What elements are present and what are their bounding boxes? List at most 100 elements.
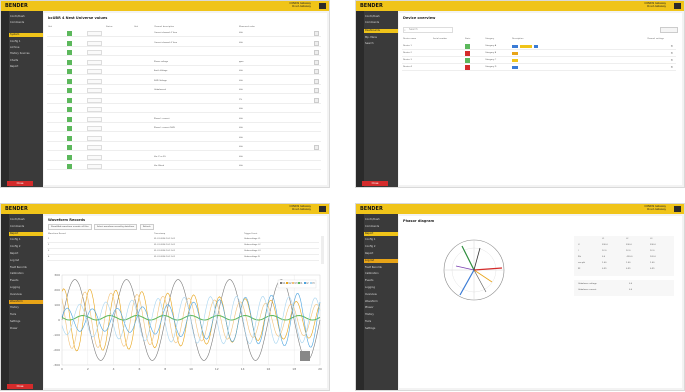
nav-item[interactable]: History (365, 313, 395, 317)
show-hide-button[interactable]: Show/Hide waveform records, all files (48, 224, 92, 230)
nav-item-archive[interactable]: Archive (10, 46, 40, 50)
nav-item[interactable]: Report (10, 252, 40, 256)
nav-item[interactable]: Commands (10, 225, 40, 229)
nav-item-commands[interactable]: Commands (365, 21, 395, 25)
nav-item-history[interactable]: History Sources (10, 52, 40, 56)
screen-measured-values: BENDER CONDIS Gateway Cloud-Gateway Contr… (0, 0, 330, 188)
unit-select[interactable] (87, 116, 102, 122)
nav-item[interactable]: Log list (10, 259, 40, 263)
nav-item[interactable]: Waveform (365, 300, 395, 304)
nav-item-dashboards[interactable]: Dashboards (364, 29, 398, 33)
nav-item[interactable]: Config 2 (365, 245, 395, 249)
nav-item[interactable]: Overview (10, 293, 40, 297)
nav-item[interactable]: Settings (365, 327, 395, 331)
unit-select[interactable] (87, 40, 102, 46)
unit-select[interactable] (87, 97, 102, 103)
nav-item[interactable]: Report (364, 231, 398, 236)
sidebar-rail (1, 214, 9, 390)
close-button[interactable]: Close (7, 181, 33, 186)
nav-item-charts[interactable]: Charts (10, 59, 40, 63)
table-row: Device 1 Category A ✕ (402, 44, 676, 50)
unit-select[interactable] (87, 154, 102, 160)
y-tick-label: 300 (54, 273, 60, 277)
description-tag (512, 66, 518, 69)
nav-item[interactable]: Report (9, 231, 43, 236)
select-record-button[interactable]: Select waveform record by date/time (94, 224, 138, 230)
row-action-button[interactable] (314, 145, 319, 150)
row-action-button[interactable] (314, 59, 319, 65)
row-action-button[interactable] (314, 69, 319, 74)
menu-button[interactable] (319, 3, 326, 9)
measured-value: Volt (239, 165, 243, 167)
nav-item[interactable]: Settings (10, 320, 40, 324)
nav-item-config[interactable]: Config 1 (10, 40, 40, 44)
row-action-button[interactable] (314, 31, 319, 36)
nav-item[interactable]: Logging (10, 286, 40, 290)
table-scrollbar[interactable] (321, 236, 324, 264)
nav-item[interactable]: Events (365, 279, 395, 283)
row-action-button[interactable] (314, 50, 319, 55)
nav-item-dashboard[interactable]: Contr./Dash (365, 15, 395, 19)
search-input[interactable]: Search (403, 27, 453, 33)
unit-select[interactable] (87, 145, 102, 150)
menu-button[interactable] (674, 3, 681, 9)
nav-item[interactable]: Phasor (365, 306, 395, 310)
unit-select[interactable] (87, 78, 102, 84)
nav-item[interactable]: Waveform (9, 299, 43, 304)
nav-item[interactable]: Config 1 (365, 238, 395, 242)
refresh-button[interactable]: Refresh (140, 224, 154, 230)
close-icon[interactable]: ✕ (670, 65, 673, 69)
view-toggle[interactable] (660, 27, 678, 33)
nav-item-report[interactable]: Report (10, 65, 40, 69)
unit-select[interactable] (87, 107, 102, 112)
nav-item[interactable]: Fault Records (10, 266, 40, 270)
close-icon[interactable]: ✕ (670, 44, 673, 48)
nav-item[interactable]: Tools (365, 320, 395, 324)
row-action-button[interactable] (314, 40, 319, 46)
row-action-button[interactable] (314, 97, 319, 103)
nav-item[interactable]: Overview (365, 293, 395, 297)
close-icon[interactable]: ✕ (670, 58, 673, 62)
unit-select[interactable] (87, 135, 102, 141)
nav-item-menu[interactable]: Mp. Menu (365, 36, 395, 40)
nav-item[interactable]: Calibration (10, 272, 40, 276)
measured-value: ppm (239, 60, 244, 63)
nav-item[interactable]: History (10, 306, 40, 310)
table-row[interactable]: 4 01.01.2024 10:11:01 Undervoltage N (47, 255, 319, 261)
nav-item[interactable]: Events (10, 279, 40, 283)
menu-button[interactable] (319, 206, 326, 212)
close-button[interactable]: Close (7, 384, 33, 389)
nav-item[interactable]: Tools (10, 313, 40, 317)
nav-item-system[interactable]: System (9, 33, 43, 37)
description-tag (534, 45, 538, 48)
brand-logo: BENDER (360, 206, 383, 212)
nav-item[interactable]: Fault Records (365, 266, 395, 270)
row-action-button[interactable] (314, 88, 319, 93)
unit-select[interactable] (87, 69, 102, 74)
nav-item-dashboard[interactable]: Contr./Dash (10, 15, 40, 19)
value-cell: 230.0 (602, 244, 608, 246)
nav-item[interactable]: Config 2 (10, 245, 40, 249)
unit-select[interactable] (87, 50, 102, 55)
row-action-button[interactable] (314, 78, 319, 84)
nav-item[interactable]: Contr./Dash (10, 218, 40, 222)
nav-item-search[interactable]: Search (365, 42, 395, 46)
unit-select[interactable] (87, 31, 102, 36)
nav-item[interactable]: Config 1 (10, 238, 40, 242)
nav-item[interactable]: Report (365, 252, 395, 256)
nav-item[interactable]: Logging (365, 286, 395, 290)
unit-select[interactable] (87, 59, 102, 65)
menu-button[interactable] (674, 206, 681, 212)
close-button[interactable]: Close (362, 181, 388, 186)
unit-select[interactable] (87, 88, 102, 93)
nav-item[interactable]: Calibration (365, 272, 395, 276)
nav-item[interactable]: Contr./Dash (365, 218, 395, 222)
channel-description: Current channel-1 Vcm (154, 32, 178, 34)
unit-select[interactable] (87, 126, 102, 131)
nav-item[interactable]: Log list (364, 258, 398, 263)
nav-item[interactable]: Power (10, 327, 40, 331)
nav-item[interactable]: Commands (365, 225, 395, 229)
unit-select[interactable] (87, 164, 102, 169)
close-icon[interactable]: ✕ (670, 51, 673, 55)
nav-item-commands[interactable]: Commands (10, 21, 40, 25)
